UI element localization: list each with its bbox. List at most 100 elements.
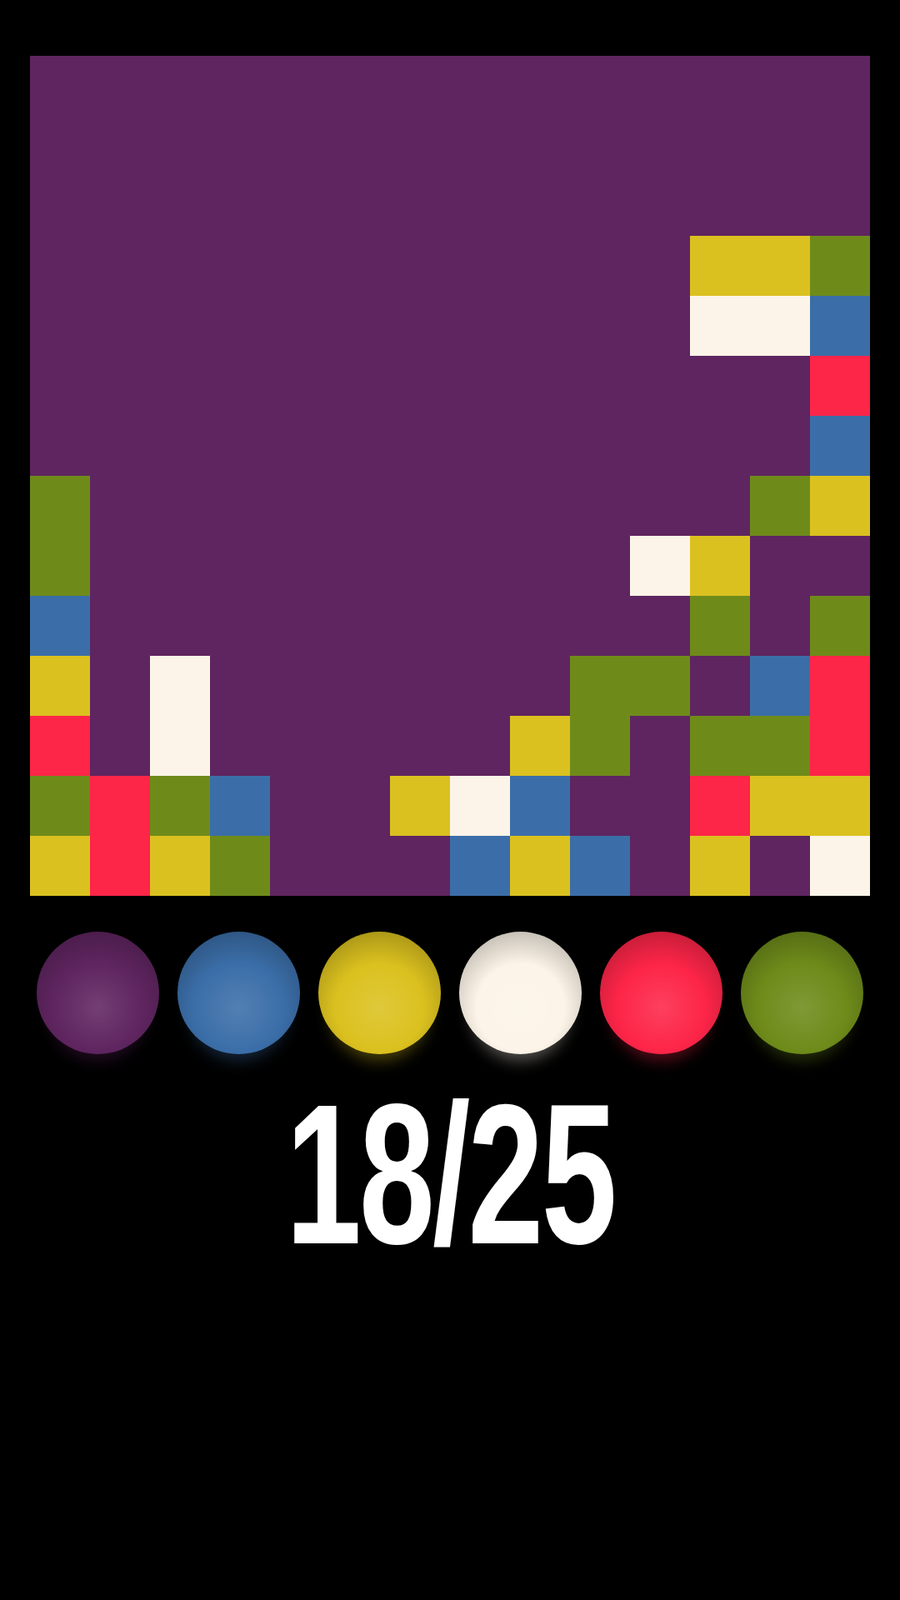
board-cell [90,535,150,596]
board-cell [330,355,390,416]
board-cell [210,115,270,176]
board-cell [510,595,570,656]
board-cell [330,715,390,776]
board-cell [450,415,510,476]
board-cell [510,475,570,536]
board-cell [150,655,210,716]
board-cell [690,295,750,356]
board-cell [30,415,90,476]
board-cell [630,355,690,416]
board-cell [510,355,570,416]
board-cell [810,415,870,476]
board-cell [330,835,390,896]
board-cell [750,835,810,896]
board-cell [30,355,90,416]
color-button[interactable] [36,931,160,1055]
board-cell [150,775,210,836]
board-cell [570,775,630,836]
board-cell [690,55,750,116]
game-screen: 18/25 [0,0,900,1600]
board-cell [810,55,870,116]
board-cell [750,535,810,596]
board-cell [270,535,330,596]
board-cell [90,715,150,776]
board-cell [510,715,570,776]
board-cell [90,175,150,236]
board-cell [690,175,750,236]
board-cell [690,775,750,836]
board-cell [630,475,690,536]
board-cell [210,535,270,596]
board-cell [390,355,450,416]
board-cell [210,595,270,656]
board-cell [450,55,510,116]
board-cell [810,355,870,416]
board-cell [150,535,210,596]
color-button[interactable] [740,931,864,1055]
board-cell [510,835,570,896]
color-button[interactable] [459,931,582,1055]
color-button[interactable] [318,931,441,1055]
board-cell [450,775,510,836]
color-buttons [36,931,864,1055]
board-cell [270,475,330,536]
board-cell [30,775,90,836]
board-cell [390,535,450,596]
board-cell [210,775,270,836]
board-cell [150,55,210,116]
board-cell [630,175,690,236]
board-cell [330,775,390,836]
board-cell [270,55,330,116]
board-cell [150,235,210,296]
board-cell [810,235,870,296]
board-cell [30,715,90,776]
board-cell [330,655,390,716]
board-cell [30,115,90,176]
board-cell [390,715,450,776]
board-cell [330,415,390,476]
board-cell [30,235,90,296]
board-cell [570,115,630,176]
board-cell [750,655,810,716]
board-cell [90,775,150,836]
board-cell [210,655,270,716]
board-cell [510,415,570,476]
board-cell [270,775,330,836]
board-cell [90,595,150,656]
board-cell [150,475,210,536]
board-cell [30,295,90,356]
board-cell [510,235,570,296]
board-cell [390,295,450,356]
board-cell [390,235,450,296]
board-cell [630,295,690,356]
board-cell [330,175,390,236]
board-cell [570,595,630,656]
board-cell [270,415,330,476]
board-cell [390,655,450,716]
board-cell [390,775,450,836]
board-cell [510,55,570,116]
board-cell [450,535,510,596]
board-cell [390,415,450,476]
board-cell [750,235,810,296]
color-button[interactable] [177,931,300,1055]
board-cell [570,235,630,296]
board-cell [810,115,870,176]
board-cell [690,475,750,536]
color-button[interactable] [600,931,723,1055]
board-cell [210,355,270,416]
board-cell [210,175,270,236]
board-cell [570,295,630,356]
board-cell [30,175,90,236]
board-cell [90,475,150,536]
board-cell [690,235,750,296]
board-cell [270,115,330,176]
board-cell [450,715,510,776]
board-cell [690,115,750,176]
board-cell [750,355,810,416]
board-cell [270,295,330,356]
board-cell [210,295,270,356]
board-cell [810,175,870,236]
board-cell [390,55,450,116]
board-cell [570,55,630,116]
